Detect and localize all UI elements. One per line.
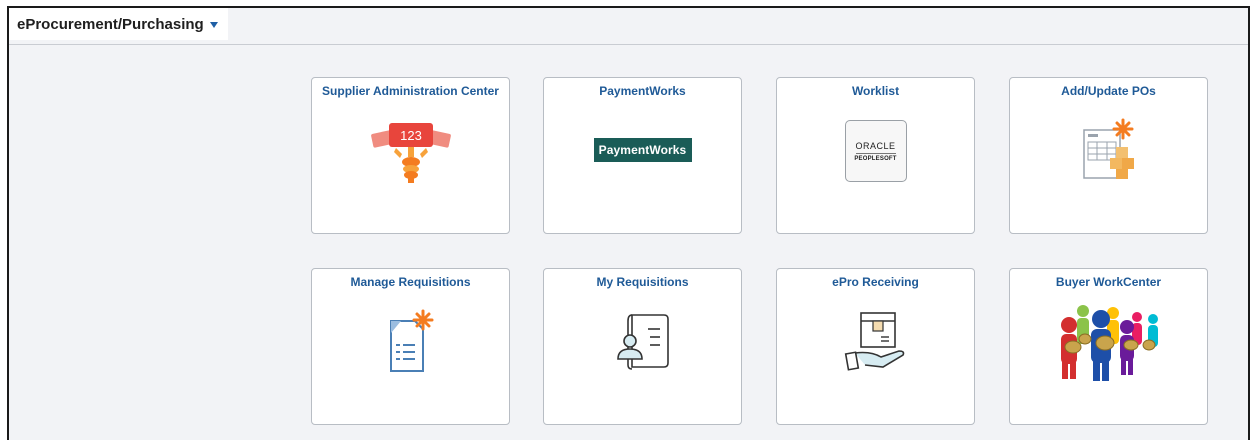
tile-epro-receiving[interactable]: ePro Receiving [776, 268, 975, 425]
page-title: eProcurement/Purchasing [17, 15, 204, 33]
logo-divider [855, 152, 896, 154]
page-header: eProcurement/Purchasing [9, 8, 1248, 45]
requisition-document-icon [381, 307, 441, 380]
peoplesoft-text: PEOPLESOFT [854, 155, 897, 162]
tile-paymentworks[interactable]: PaymentWorks PaymentWorks [543, 77, 742, 234]
chevron-down-icon [209, 22, 218, 28]
tile-title: Worklist [851, 84, 900, 98]
tile-supplier-administration-center[interactable]: Supplier Administration Center 123 [311, 77, 510, 234]
tile-title: Supplier Administration Center [322, 84, 499, 98]
tile-add-update-pos[interactable]: Add/Update POs [1009, 77, 1208, 234]
tile-title: My Requisitions [596, 275, 689, 289]
tile-title: PaymentWorks [599, 84, 686, 98]
tile-title: ePro Receiving [832, 275, 919, 289]
purchase-order-icon [1076, 116, 1142, 189]
tile-buyer-workcenter[interactable]: Buyer WorkCenter [1009, 268, 1208, 425]
oracle-peoplesoft-logo: ORACLE PEOPLESOFT [844, 120, 907, 182]
receiving-package-icon [841, 307, 911, 378]
tile-worklist[interactable]: Worklist ORACLE PEOPLESOFT [776, 77, 975, 234]
tile-title: Manage Requisitions [350, 275, 471, 289]
page-title-menu[interactable]: eProcurement/Purchasing [9, 8, 228, 40]
ticket-number: 123 [400, 128, 422, 143]
oracle-text: ORACLE [855, 140, 896, 151]
supplier-ticket-icon: 123 [366, 118, 456, 189]
paymentworks-logo: PaymentWorks [593, 138, 692, 162]
buyers-group-icon [1049, 299, 1169, 388]
tile-title: Buyer WorkCenter [1055, 275, 1162, 289]
tile-manage-requisitions[interactable]: Manage Requisitions [311, 268, 510, 425]
tile-my-requisitions[interactable]: My Requisitions [543, 268, 742, 425]
my-requisitions-icon [610, 307, 676, 378]
tile-title: Add/Update POs [1061, 84, 1156, 98]
